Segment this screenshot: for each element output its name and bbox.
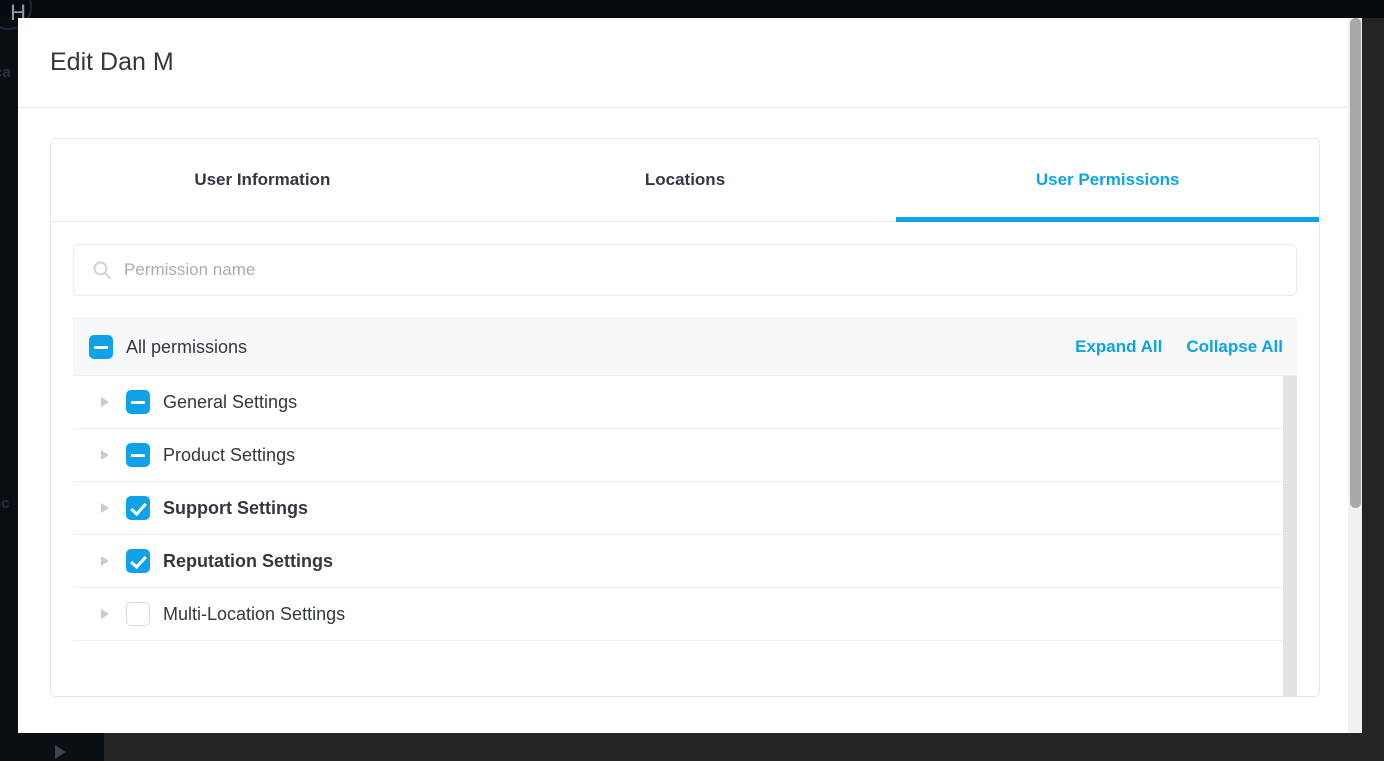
tab-locations[interactable]: Locations xyxy=(474,139,897,221)
tree-scrollbar[interactable] xyxy=(1283,376,1297,696)
chevron-right-icon[interactable] xyxy=(101,450,109,460)
chevron-right-icon[interactable] xyxy=(101,609,109,619)
chevron-right-icon[interactable] xyxy=(101,556,109,566)
tab-card: User Information Locations User Permissi… xyxy=(50,138,1320,697)
collapse-all-link[interactable]: Collapse All xyxy=(1186,337,1283,357)
tree-header-actions: Expand All Collapse All xyxy=(1075,337,1283,357)
checkbox-all-permissions[interactable] xyxy=(89,335,113,359)
search-icon xyxy=(92,260,112,280)
checkbox-general-settings[interactable] xyxy=(126,390,150,414)
search-box[interactable] xyxy=(73,244,1297,296)
checkbox-support-settings[interactable] xyxy=(126,496,150,520)
checkbox-product-settings[interactable] xyxy=(126,443,150,467)
modal-body: User Information Locations User Permissi… xyxy=(18,108,1362,697)
tree-row[interactable]: General Settings xyxy=(73,376,1297,429)
tab-user-permissions[interactable]: User Permissions xyxy=(896,139,1319,221)
tree-row-label: Reputation Settings xyxy=(163,551,333,572)
modal-scrollbar-thumb[interactable] xyxy=(1350,18,1361,508)
page-title: Edit Dan M xyxy=(50,48,174,77)
backdrop-label-mid: nc xyxy=(0,495,10,512)
tree-row[interactable]: Multi-Location Settings xyxy=(73,588,1297,641)
chevron-right-icon[interactable] xyxy=(101,503,109,513)
search-section xyxy=(51,222,1319,296)
modal-scrollbar[interactable] xyxy=(1348,18,1362,733)
tab-user-information[interactable]: User Information xyxy=(51,139,474,221)
backdrop-bottom-strip xyxy=(104,733,1384,761)
tree-row[interactable]: Product Settings xyxy=(73,429,1297,482)
backdrop-topbar xyxy=(0,0,1384,18)
edit-user-modal: Edit Dan M User Information Locations Us… xyxy=(18,18,1362,733)
tree-row-label: Support Settings xyxy=(163,498,308,519)
expand-all-link[interactable]: Expand All xyxy=(1075,337,1162,357)
play-icon[interactable] xyxy=(55,745,66,759)
tree-row-label: Multi-Location Settings xyxy=(163,604,345,625)
tree-row[interactable]: Support Settings xyxy=(73,482,1297,535)
tab-strip: User Information Locations User Permissi… xyxy=(51,139,1319,222)
tree-row[interactable]: Reputation Settings xyxy=(73,535,1297,588)
search-input[interactable] xyxy=(122,245,1296,295)
tree-header-label: All permissions xyxy=(126,337,247,358)
backdrop-label-top: ca xyxy=(0,64,11,81)
checkbox-multi-location-settings[interactable] xyxy=(126,602,150,626)
checkbox-reputation-settings[interactable] xyxy=(126,549,150,573)
chevron-right-icon[interactable] xyxy=(101,397,109,407)
permission-tree: All permissions Expand All Collapse All … xyxy=(73,318,1297,696)
tree-row-label: Product Settings xyxy=(163,445,295,466)
tree-row-label: General Settings xyxy=(163,392,297,413)
tree-header-row: All permissions Expand All Collapse All xyxy=(73,319,1297,376)
modal-header: Edit Dan M xyxy=(18,18,1362,108)
